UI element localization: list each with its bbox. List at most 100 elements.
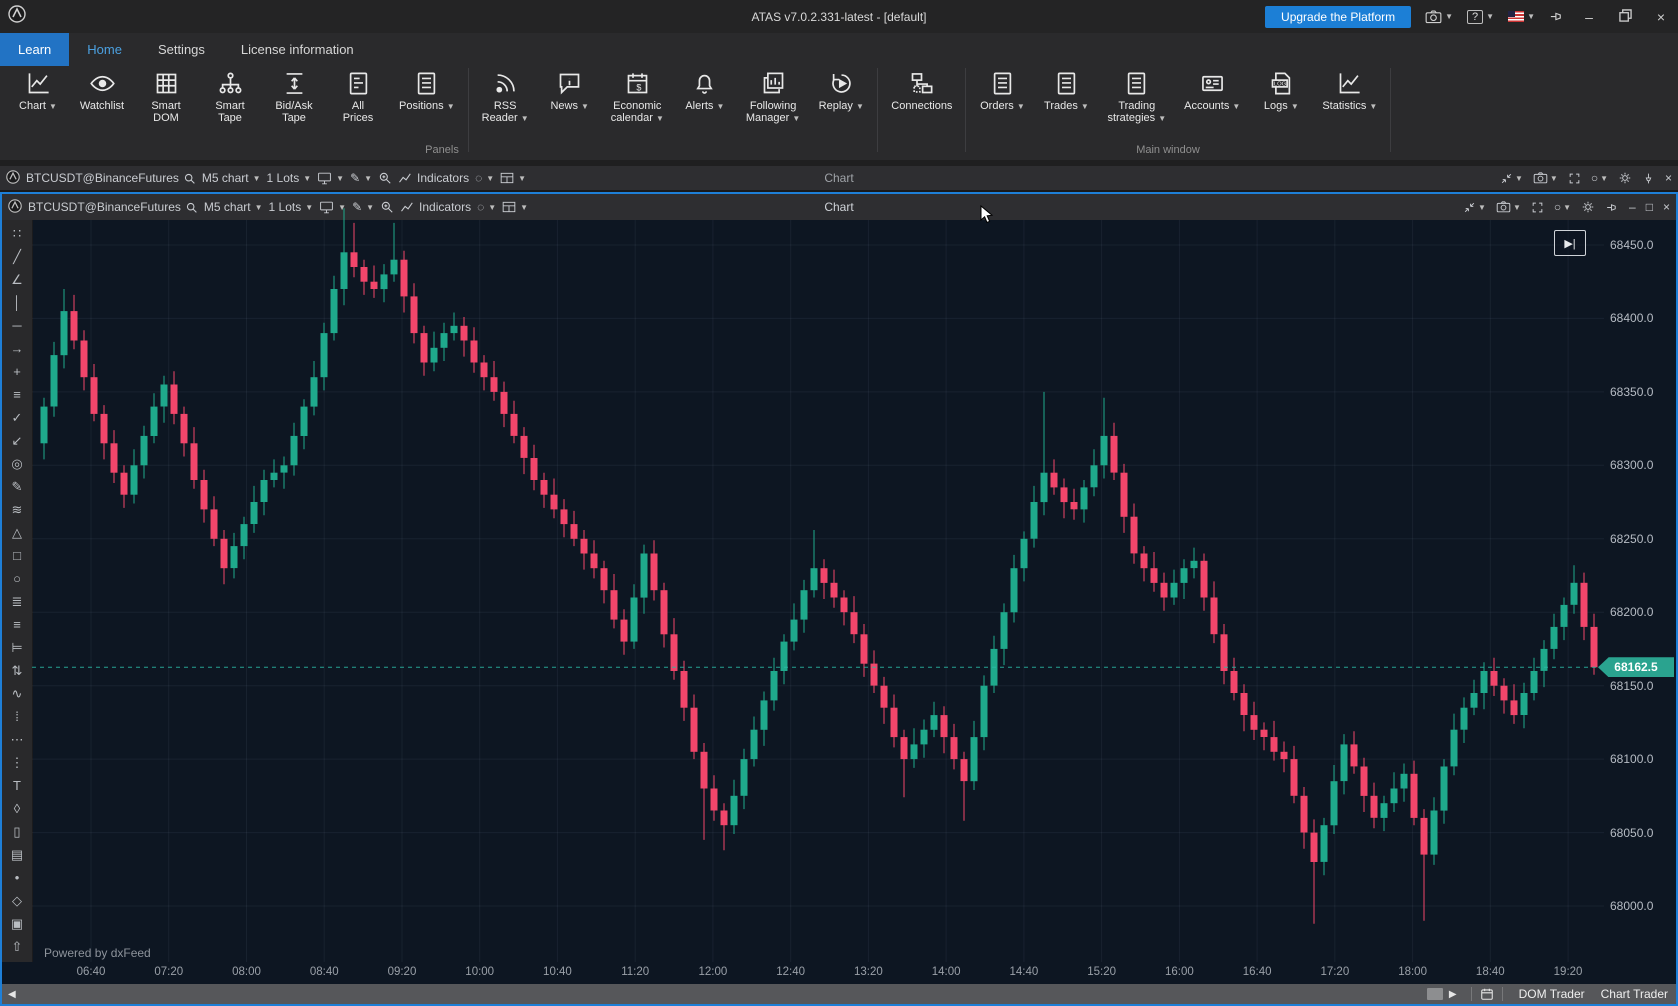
- menu-tab-learn[interactable]: Learn: [0, 33, 69, 66]
- view-settings-button[interactable]: ▼: [319, 201, 346, 214]
- drag-handle[interactable]: ∷: [5, 222, 29, 245]
- callout-tool[interactable]: ▤: [5, 843, 29, 866]
- hatching-tool[interactable]: ≋: [5, 498, 29, 521]
- arrow-tool[interactable]: →: [5, 337, 29, 360]
- indicators-button[interactable]: Indicators: [400, 200, 471, 214]
- language-caret-icon[interactable]: ▼: [1527, 12, 1535, 21]
- polyline-tool[interactable]: ✓: [5, 406, 29, 429]
- ribbon-item-accounts[interactable]: Accounts ▼: [1175, 66, 1249, 113]
- chart-trader-button[interactable]: Chart Trader: [1593, 987, 1676, 1001]
- session-calendar-button[interactable]: [1480, 987, 1494, 1001]
- volume-selector[interactable]: 1 Lots▼: [269, 200, 314, 214]
- close-button[interactable]: ×: [1650, 9, 1672, 25]
- ribbon-item-connections[interactable]: Connections: [882, 66, 961, 112]
- pin-chart-button[interactable]: [1642, 172, 1655, 185]
- horizontal-line[interactable]: ─: [5, 314, 29, 337]
- crosshair-button[interactable]: ◌▼: [475, 171, 494, 185]
- timeframe-selector[interactable]: M5 chart▼: [202, 171, 261, 185]
- ellipse-tool[interactable]: ○: [5, 567, 29, 590]
- scroll-left-arrow[interactable]: ◀: [2, 989, 22, 1000]
- ribbon-item-positions[interactable]: Positions ▼: [390, 66, 464, 113]
- fixed-profile-tool[interactable]: ≡: [5, 613, 29, 636]
- ribbon-item-logs[interactable]: LOGLogs ▼: [1249, 66, 1313, 113]
- jump-to-latest-button[interactable]: ▶|: [1554, 230, 1586, 256]
- ribbon-item-watchlist[interactable]: Watchlist: [70, 66, 134, 112]
- dots-vertical-tool[interactable]: ⋮: [5, 751, 29, 774]
- restore-down-button[interactable]: ▼: [1500, 172, 1523, 185]
- layout-button[interactable]: ▼: [500, 172, 526, 184]
- layout-button[interactable]: ▼: [502, 201, 528, 213]
- timeframe-selector[interactable]: M5 chart▼: [204, 200, 263, 214]
- crosshair-button[interactable]: ◌▼: [477, 200, 496, 214]
- upgrade-platform-button[interactable]: Upgrade the Platform: [1265, 6, 1411, 28]
- square-tool[interactable]: ▣: [5, 912, 29, 935]
- ribbon-item-alerts[interactable]: Alerts ▼: [673, 66, 737, 113]
- screenshot-caret-icon[interactable]: ▼: [1445, 12, 1453, 21]
- instrument-selector[interactable]: BTCUSDT@BinanceFutures: [26, 171, 196, 185]
- anchored-profile-tool[interactable]: ⊨: [5, 636, 29, 659]
- arrow-marker[interactable]: ↙: [5, 429, 29, 452]
- fullscreen-button[interactable]: [1531, 201, 1544, 214]
- scroll-right-arrow[interactable]: ▶: [1443, 989, 1463, 1000]
- angle-tool[interactable]: ∠: [5, 268, 29, 291]
- pin-window-button[interactable]: [1549, 9, 1564, 24]
- zoom-button[interactable]: [380, 200, 394, 214]
- screenshot-button[interactable]: ▼: [1425, 10, 1453, 24]
- vertical-line[interactable]: │: [5, 291, 29, 314]
- restore-down-button[interactable]: ▼: [1463, 201, 1486, 214]
- ribbon-item-economic-calendar[interactable]: $Economic calendar ▼: [602, 66, 673, 125]
- indicators-button[interactable]: Indicators: [398, 171, 469, 185]
- ribbon-item-rss-reader[interactable]: RSS Reader ▼: [473, 66, 538, 125]
- triangle-tool[interactable]: △: [5, 521, 29, 544]
- drawing-tools-button[interactable]: ✎▼: [350, 171, 372, 185]
- menu-tab-home[interactable]: Home: [69, 33, 140, 66]
- brush-tool[interactable]: ✎: [5, 475, 29, 498]
- settings-gear-button[interactable]: [1581, 200, 1595, 214]
- close-chart-button[interactable]: ×: [1663, 200, 1670, 214]
- candlestick-chart[interactable]: [32, 220, 1604, 962]
- zoom-button[interactable]: [378, 171, 392, 185]
- ribbon-item-all-prices[interactable]: All Prices: [326, 66, 390, 124]
- price-axis[interactable]: 68450.068400.068350.068300.068250.068200…: [1602, 220, 1676, 962]
- cross-tool[interactable]: +: [5, 360, 29, 383]
- volume-selector[interactable]: 1 Lots▼: [267, 171, 312, 185]
- dom-trader-button[interactable]: DOM Trader: [1511, 987, 1593, 1001]
- view-settings-button[interactable]: ▼: [317, 172, 344, 185]
- minimize-chart-button[interactable]: –: [1629, 200, 1636, 214]
- ribbon-item-replay[interactable]: Replay ▼: [809, 66, 873, 113]
- minimize-button[interactable]: –: [1578, 9, 1600, 25]
- menu-tab-license-information[interactable]: License information: [223, 33, 372, 66]
- pin-chart-button[interactable]: [1605, 201, 1619, 214]
- help-button[interactable]: ? ▼: [1467, 10, 1494, 24]
- note-tool[interactable]: ▯: [5, 820, 29, 843]
- ribbon-item-chart[interactable]: Chart ▼: [6, 66, 70, 113]
- chart-screenshot-button[interactable]: ▼: [1533, 172, 1558, 184]
- trend-line[interactable]: ╱: [5, 245, 29, 268]
- bid-ask-levels-tool[interactable]: ⇅: [5, 659, 29, 682]
- ruler-tool[interactable]: ≡: [5, 383, 29, 406]
- restore-button[interactable]: [1614, 9, 1636, 25]
- volume-profile-tool[interactable]: ≣: [5, 590, 29, 613]
- ribbon-item-trading-strategies[interactable]: Trading strategies ▼: [1098, 66, 1175, 125]
- help-caret-icon[interactable]: ▼: [1486, 12, 1494, 21]
- sync-group-button[interactable]: ○▼: [1591, 171, 1608, 185]
- instrument-selector[interactable]: BTCUSDT@BinanceFutures: [28, 200, 198, 214]
- ribbon-item-smart-dom[interactable]: Smart DOM: [134, 66, 198, 124]
- time-axis[interactable]: 06:4007:2008:0008:4009:2010:0010:4011:20…: [2, 962, 1676, 984]
- fullscreen-button[interactable]: [1568, 172, 1581, 185]
- settings-gear-button[interactable]: [1618, 171, 1632, 185]
- ribbon-item-orders[interactable]: Orders ▼: [970, 66, 1034, 113]
- ribbon-item-news[interactable]: News ▼: [538, 66, 602, 113]
- menu-tab-settings[interactable]: Settings: [140, 33, 223, 66]
- drawing-tools-button[interactable]: ✎▼: [352, 200, 374, 214]
- diamond-tool[interactable]: ◇: [5, 889, 29, 912]
- ribbon-item-following-manager[interactable]: Following Manager ▼: [737, 66, 809, 125]
- tick-tool[interactable]: ⁞: [5, 705, 29, 728]
- ribbon-item-trades[interactable]: Trades ▼: [1034, 66, 1098, 113]
- dot-tool[interactable]: •: [5, 866, 29, 889]
- magnet-tool[interactable]: ◎: [5, 452, 29, 475]
- chart-screenshot-button[interactable]: ▼: [1496, 201, 1521, 213]
- sync-group-button[interactable]: ○▼: [1554, 200, 1571, 214]
- wave-pattern-tool[interactable]: ∿: [5, 682, 29, 705]
- dots-horizontal-tool[interactable]: ⋯: [5, 728, 29, 751]
